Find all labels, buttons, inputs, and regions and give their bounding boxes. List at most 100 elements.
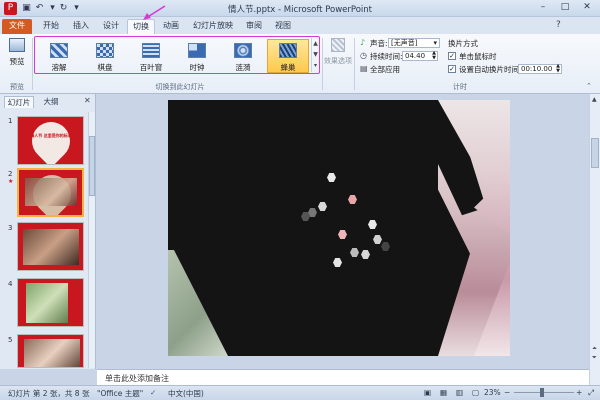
scroll-up-icon[interactable]: ▲ [592, 96, 597, 103]
sound-icon: ♪ [360, 38, 366, 47]
ribbon: 预览 预览 溶解 棋盘 百叶窗 时钟 涟漪 蜂巢 ▲ ▼ ▾ 切换到此幻灯片 效果选… [0, 34, 600, 94]
clock-icon [188, 43, 206, 58]
honeycomb-icon [279, 43, 297, 58]
zoom-slider[interactable] [514, 392, 574, 393]
apply-all-icon: ▤ [360, 64, 368, 73]
editor-vertical-scrollbar[interactable]: ▲ ⏶ ⏷ [589, 94, 600, 385]
collapse-ribbon-icon[interactable]: ⌃ [586, 82, 592, 90]
slide-thumbnail-2[interactable] [17, 168, 84, 217]
apply-all-button[interactable]: 全部应用 [370, 64, 400, 75]
dissolve-icon [50, 43, 68, 58]
chevron-down-icon: ▾ [433, 39, 437, 47]
prev-slide-icon[interactable]: ⏶ ⏷ [592, 344, 597, 362]
transition-label: 棋盘 [97, 63, 113, 72]
preview-label: 预览 [9, 57, 25, 66]
effect-options-icon [331, 38, 345, 52]
panel-scrollbar[interactable] [88, 112, 95, 368]
sound-label: 声音: [370, 39, 388, 48]
scrollbar-thumb[interactable] [89, 136, 95, 196]
notes-placeholder: 单击此处添加备注 [105, 374, 169, 383]
transition-dissolve[interactable]: 溶解 [38, 39, 80, 73]
title-bar: P ▣ ↶ ▾ ↻ ▾ 情人节.pptx - Microsoft PowerPo… [0, 0, 600, 17]
slide-thumbnail-1[interactable]: 情人节 这里是你的标语 [17, 116, 84, 165]
slide-thumbnail-3[interactable] [17, 222, 84, 271]
help-icon[interactable]: ? [556, 20, 561, 30]
maximize-button[interactable]: □ [554, 0, 576, 15]
after-time-value: 00:10.00 [521, 65, 553, 73]
effect-options-button[interactable]: 效果选项 [324, 38, 352, 78]
slide-thumbnail-4[interactable] [17, 278, 84, 327]
sorter-view-icon[interactable]: ▦ [440, 388, 447, 397]
tab-view[interactable]: 视图 [270, 19, 296, 34]
notes-pane[interactable]: 单击此处添加备注 [97, 369, 589, 385]
ribbon-tabs: 文件 开始 插入 设计 切换 动画 幻灯片放映 审阅 视图 ? [0, 17, 600, 34]
reading-view-icon[interactable]: ▥ [456, 388, 463, 397]
transition-label: 涟漪 [235, 63, 251, 72]
annotation-arrow-icon [143, 5, 166, 20]
honeycomb-cell [361, 250, 370, 259]
heart-shape [24, 117, 78, 164]
status-bar: 幻灯片 第 2 张，共 8 张 "Office 主题" ✓ 中文(中国) ▣ ▦… [0, 385, 600, 400]
zoom-level[interactable]: 23% [484, 388, 501, 397]
tab-review[interactable]: 审阅 [241, 19, 267, 34]
tab-outline[interactable]: 大纲 [38, 96, 64, 108]
blinds-icon [142, 43, 160, 58]
duration-icon: ◷ [360, 51, 367, 60]
check-icon[interactable]: ✓ [150, 388, 156, 397]
slide-canvas[interactable] [168, 100, 510, 356]
timing-group-label: 计时 [453, 83, 467, 91]
transition-label: 蜂巢 [280, 63, 296, 72]
zoom-in-icon[interactable]: + [576, 388, 582, 397]
transition-checkerboard[interactable]: 棋盘 [84, 39, 126, 73]
sound-select[interactable]: [无声音] ▾ [388, 38, 440, 48]
transition-label: 时钟 [189, 63, 205, 72]
close-panel-icon[interactable]: ✕ [84, 96, 91, 105]
slideshow-view-icon[interactable]: ▢ [472, 388, 479, 397]
slide-number: 4 [8, 280, 13, 288]
on-click-label: 单击鼠标时 [459, 52, 497, 61]
duration-input[interactable]: 04.40 ▲ ▼ [402, 51, 438, 61]
transition-marker-icon: ★ [8, 178, 14, 185]
transition-clock[interactable]: 时钟 [176, 39, 218, 73]
fit-slide-icon[interactable]: ⤢ [588, 388, 594, 398]
tab-slideshow[interactable]: 幻灯片放映 [188, 19, 238, 34]
after-time-checkbox[interactable]: ✓ [448, 65, 456, 73]
spinner-icon: ▲ ▼ [556, 63, 560, 74]
photo [23, 229, 79, 265]
language-indicator[interactable]: 中文(中国) [168, 388, 204, 399]
close-button[interactable]: ✕ [576, 0, 598, 15]
slide-number: 1 [8, 117, 13, 125]
transition-honeycomb[interactable]: 蜂巢 [267, 39, 309, 73]
honeycomb-cell [333, 258, 342, 267]
slides-panel: 幻灯片 大纲 ✕ 1 情人节 这里是你的标语 2 ★ 3 4 5 [0, 94, 96, 369]
theme-name: "Office 主题" [97, 389, 144, 398]
transition-blinds[interactable]: 百叶窗 [130, 39, 172, 73]
slide-count-text: 幻灯片 第 2 张，共 8 张 [8, 389, 90, 398]
gallery-scroll[interactable]: ▲ ▼ ▾ [311, 38, 319, 72]
tab-insert[interactable]: 插入 [68, 19, 94, 34]
slide-title-text: 情人节 这里是你的标语 [30, 133, 72, 138]
zoom-out-icon[interactable]: − [504, 388, 510, 397]
on-click-checkbox[interactable]: ✓ [448, 52, 456, 60]
tab-home[interactable]: 开始 [38, 19, 64, 34]
minimize-button[interactable]: – [532, 0, 554, 15]
normal-view-icon[interactable]: ▣ [424, 388, 431, 397]
slide-number: 3 [8, 224, 13, 232]
tab-file[interactable]: 文件 [2, 19, 32, 34]
separator [322, 38, 323, 90]
transition-ripple[interactable]: 涟漪 [222, 39, 264, 73]
honeycomb-cell [318, 202, 327, 211]
tab-design[interactable]: 设计 [98, 19, 124, 34]
after-time-input[interactable]: 00:10.00 ▲ ▼ [518, 64, 562, 74]
slide-thumbnail-5[interactable] [17, 334, 84, 368]
honeycomb-cell [348, 195, 357, 204]
honeycomb-cell [350, 248, 359, 257]
scrollbar-thumb[interactable] [591, 138, 599, 168]
photo [24, 339, 80, 367]
tab-slides[interactable]: 幻灯片 [4, 96, 34, 108]
slide-number: 2 [8, 170, 13, 178]
spinner-icon: ▲ ▼ [432, 50, 436, 61]
zoom-slider-thumb[interactable] [540, 388, 544, 397]
sound-value: [无声音] [391, 39, 418, 47]
preview-button[interactable]: 预览 [6, 38, 28, 74]
